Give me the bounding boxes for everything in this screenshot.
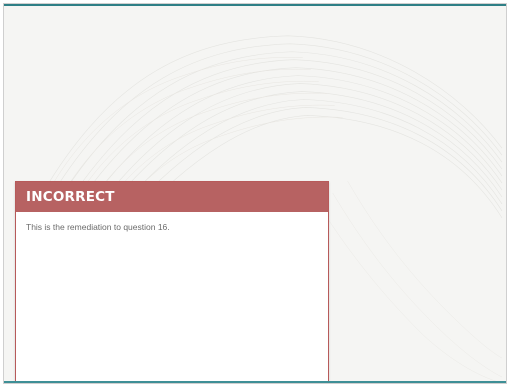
feedback-title: INCORRECT bbox=[26, 189, 115, 206]
feedback-dialog: INCORRECT This is the remediation to que… bbox=[15, 181, 329, 383]
feedback-header: INCORRECT bbox=[16, 182, 328, 212]
bottom-border-line bbox=[4, 381, 506, 383]
feedback-body: This is the remediation to question 16. bbox=[16, 212, 328, 232]
remediation-message: This is the remediation to question 16. bbox=[26, 222, 170, 232]
slide-canvas: INCORRECT This is the remediation to que… bbox=[3, 3, 507, 384]
